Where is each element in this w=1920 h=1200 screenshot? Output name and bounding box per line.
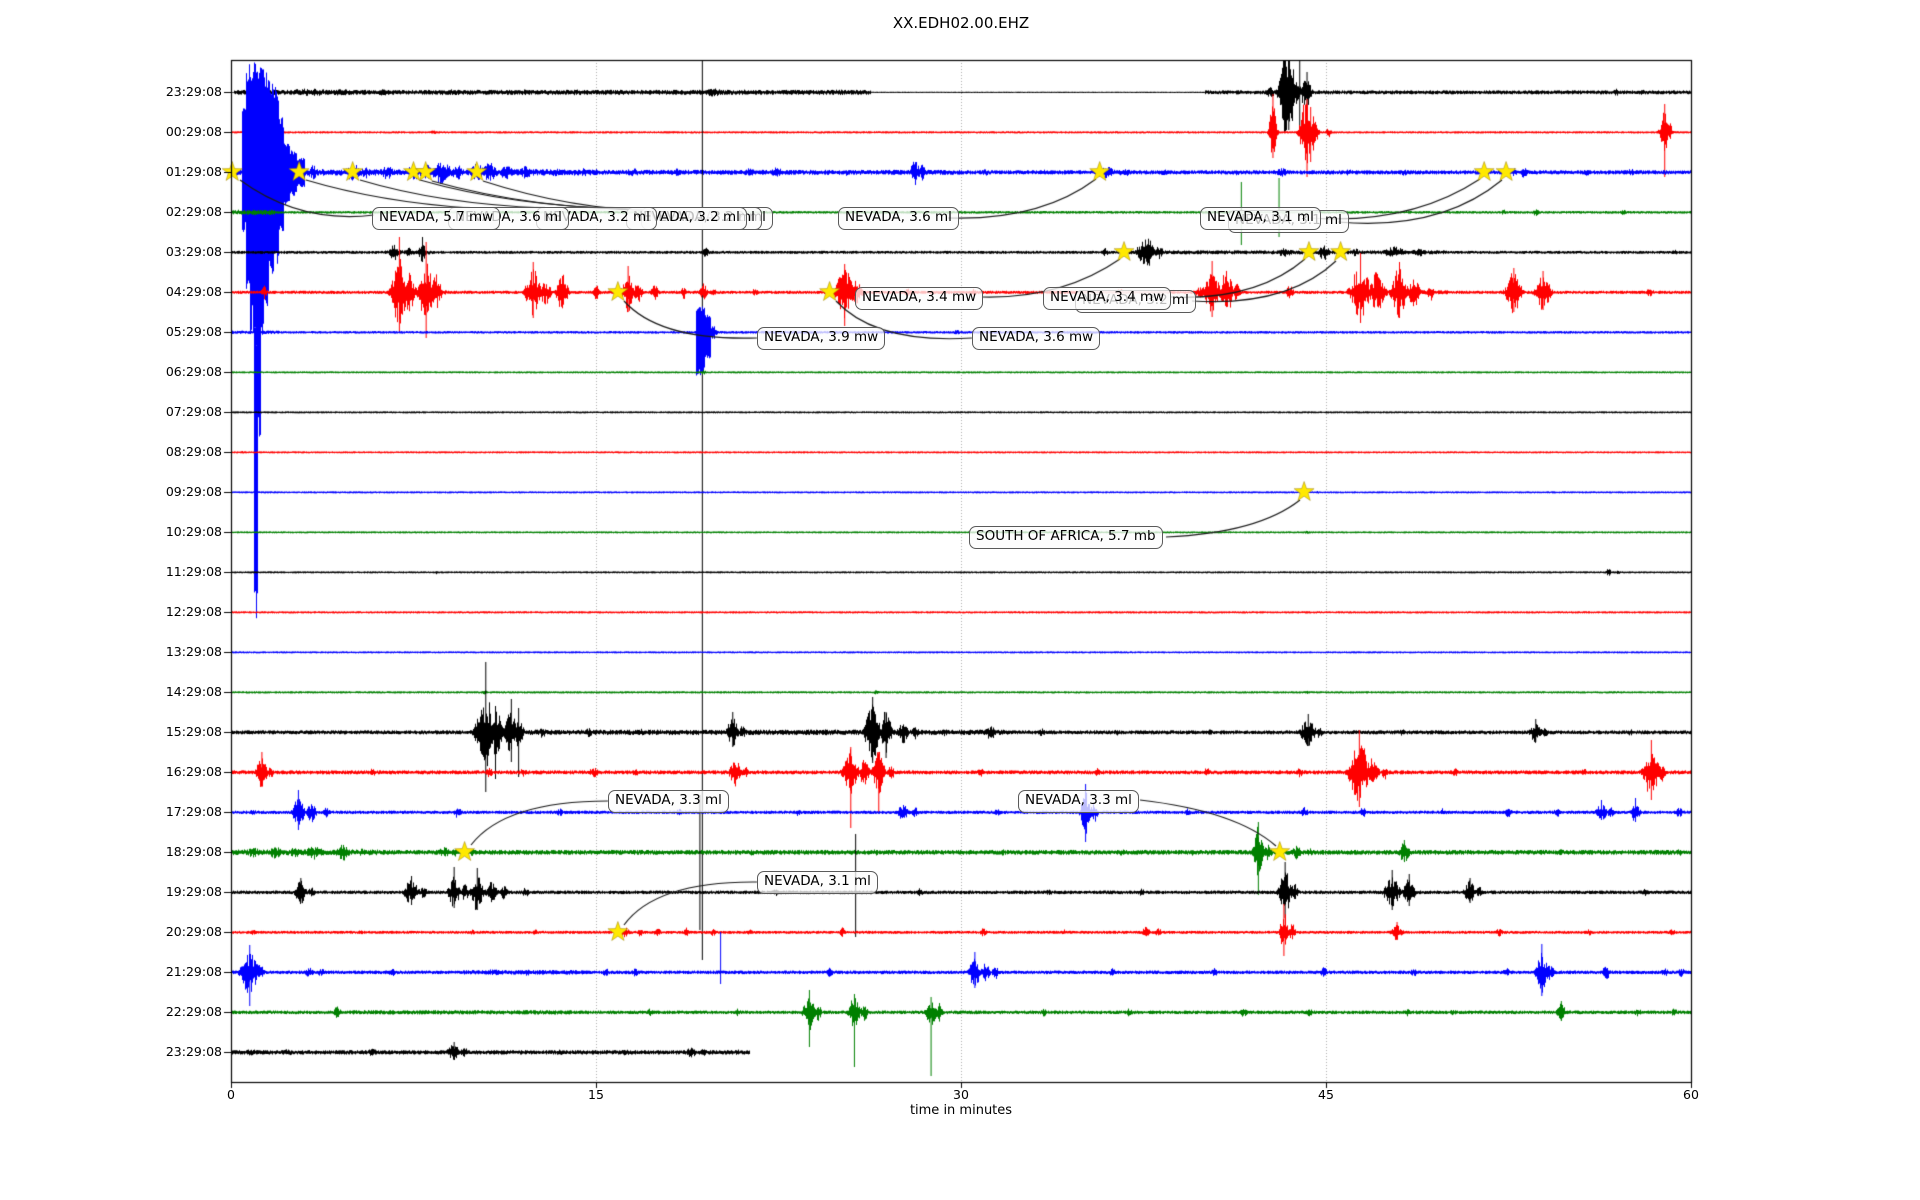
y-tick-label: 09:29:08: [165, 484, 222, 499]
event-label: NEVADA, 3.4 mw: [1043, 287, 1172, 310]
y-tick-label: 21:29:08: [165, 964, 222, 979]
y-tick-label: 07:29:08: [165, 404, 222, 419]
y-tick-label: 03:29:08: [165, 244, 222, 259]
y-tick-label: 19:29:08: [165, 884, 222, 899]
y-tick-label: 23:29:08: [165, 84, 222, 99]
y-tick-label: 22:29:08: [165, 1004, 222, 1019]
y-tick-label: 06:29:08: [165, 364, 222, 379]
x-tick-label: 30: [953, 1087, 969, 1102]
y-tick-label: 11:29:08: [165, 564, 222, 579]
y-tick-label: 00:29:08: [165, 124, 222, 139]
event-label: SOUTH OF AFRICA, 5.7 mb: [969, 526, 1163, 549]
event-label: NEVADA, 3.9 mw: [757, 327, 886, 350]
event-label: NEVADA, 3.6 ml: [838, 207, 959, 230]
y-tick-label: 08:29:08: [165, 444, 222, 459]
y-tick-label: 05:29:08: [165, 324, 222, 339]
y-tick-label: 17:29:08: [165, 804, 222, 819]
x-tick-label: 0: [227, 1087, 235, 1102]
y-tick-label: 12:29:08: [165, 604, 222, 619]
event-label: NEVADA, 3.3 ml: [1018, 790, 1139, 813]
y-tick-label: 23:29:08: [165, 1044, 222, 1059]
seismogram-figure: XX.EDH02.00.EHZ time in minutes 23:29:08…: [0, 0, 1920, 1200]
x-axis-label: time in minutes: [909, 1103, 1013, 1118]
y-tick-label: 16:29:08: [165, 764, 222, 779]
seismogram-canvas: [0, 0, 1920, 1200]
page-title: XX.EDH02.00.EHZ: [892, 14, 1030, 32]
y-tick-label: 04:29:08: [165, 284, 222, 299]
x-tick-label: 60: [1683, 1087, 1699, 1102]
y-tick-label: 14:29:08: [165, 684, 222, 699]
event-label: NEVADA, 3.1 ml: [1200, 207, 1321, 230]
y-tick-label: 10:29:08: [165, 524, 222, 539]
event-label: NEVADA, 3.1 ml: [757, 871, 878, 894]
event-label: NEVADA, 5.7 mw: [372, 207, 501, 230]
event-label: NEVADA, 3.6 mw: [972, 327, 1101, 350]
x-tick-label: 15: [588, 1087, 604, 1102]
y-tick-label: 02:29:08: [165, 204, 222, 219]
y-tick-label: 18:29:08: [165, 844, 222, 859]
y-tick-label: 01:29:08: [165, 164, 222, 179]
y-tick-label: 13:29:08: [165, 644, 222, 659]
x-tick-label: 45: [1318, 1087, 1334, 1102]
y-tick-label: 20:29:08: [165, 924, 222, 939]
event-label: NEVADA, 3.3 ml: [608, 790, 729, 813]
event-label: NEVADA, 3.4 mw: [855, 287, 984, 310]
y-tick-label: 15:29:08: [165, 724, 222, 739]
